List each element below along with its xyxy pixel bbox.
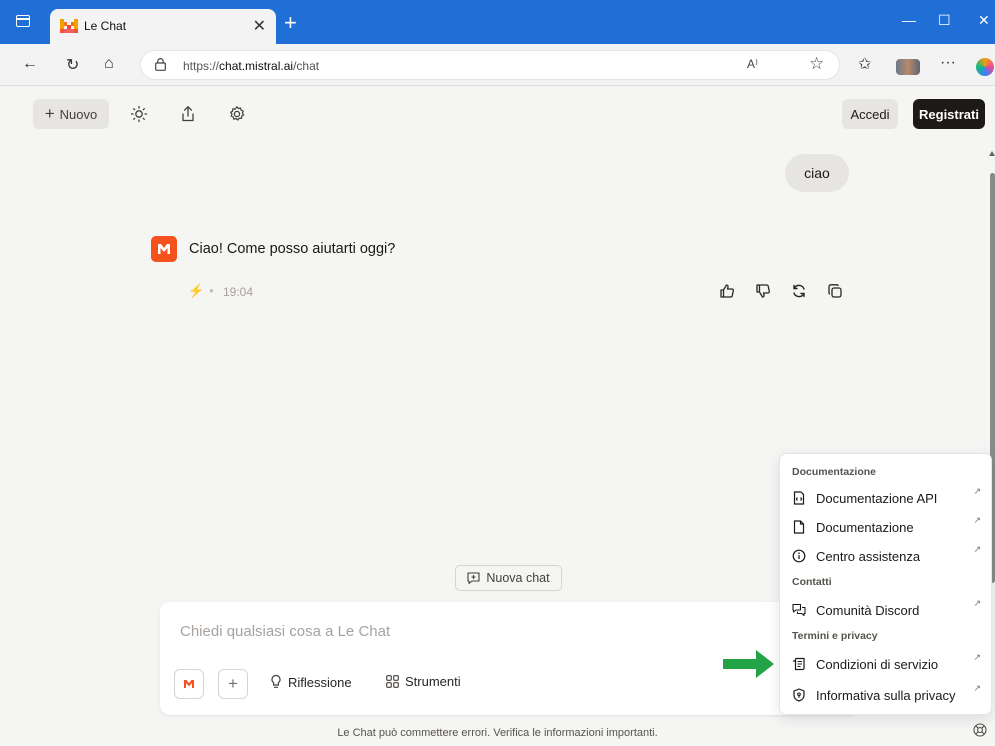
- tools-grid-icon: [386, 675, 399, 688]
- copy-icon[interactable]: [827, 283, 843, 299]
- reflection-label: Riflessione: [288, 674, 352, 690]
- url-field[interactable]: https://chat.mistral.ai/chat A⁾ ☆: [140, 50, 840, 80]
- login-button[interactable]: Accedi: [842, 99, 898, 129]
- maximize-button[interactable]: ☐: [938, 12, 951, 29]
- copilot-icon[interactable]: [976, 58, 994, 76]
- menu-item-label: Informativa sulla privacy: [816, 688, 956, 703]
- agent-selector-button[interactable]: [174, 669, 204, 699]
- menu-item-label: Documentazione API: [816, 491, 938, 506]
- menu-item-api-docs[interactable]: Documentazione API ↗: [780, 485, 993, 511]
- new-chat-icon: [467, 572, 480, 584]
- refresh-icon[interactable]: ↻: [66, 55, 79, 75]
- mistral-avatar-icon: [151, 236, 177, 262]
- code-doc-icon: [793, 491, 805, 505]
- settings-gear-icon[interactable]: [228, 105, 246, 123]
- help-lifebuoy-icon[interactable]: [973, 723, 987, 737]
- favorites-icon[interactable]: ✩: [858, 54, 871, 74]
- plus-icon: +: [44, 104, 55, 123]
- browser-tab[interactable]: Le Chat ✕: [50, 9, 276, 44]
- lightning-icon: ⚡: [188, 283, 205, 298]
- menu-section-title: Termini e privacy: [792, 630, 878, 642]
- read-aloud-icon[interactable]: A⁾: [747, 57, 758, 71]
- mistral-logo-icon: [184, 680, 194, 688]
- new-chat-label: Nuovo: [59, 106, 98, 122]
- tools-label: Strumenti: [405, 674, 461, 689]
- lock-icon[interactable]: [155, 58, 166, 71]
- disclaimer-text: Le Chat può commettere errori. Verifica …: [337, 727, 658, 739]
- external-link-icon: ↗: [973, 598, 981, 608]
- new-chat-pill[interactable]: Nuova chat: [455, 565, 562, 591]
- separator-dot: ●: [209, 286, 214, 295]
- register-button[interactable]: Registrati: [913, 99, 985, 129]
- external-link-icon: ↗: [973, 515, 981, 525]
- profile-avatar[interactable]: [896, 59, 920, 75]
- browser-address-bar: ← ↻ ⌂ https://chat.mistral.ai/chat A⁾ ☆ …: [0, 44, 995, 86]
- lightbulb-icon: [271, 674, 281, 688]
- shield-icon: [793, 688, 805, 702]
- annotation-arrow-icon: [723, 650, 774, 678]
- new-chat-pill-label: Nuova chat: [486, 571, 550, 585]
- menu-item-label: Condizioni di servizio: [816, 657, 939, 672]
- regenerate-icon[interactable]: [791, 283, 807, 299]
- menu-item-label: Documentazione: [816, 520, 914, 535]
- menu-item-discord[interactable]: Comunità Discord ↗: [780, 597, 993, 623]
- minimize-button[interactable]: —: [902, 12, 916, 28]
- menu-section-title: Documentazione: [792, 466, 877, 478]
- menu-section-title: Contatti: [792, 576, 832, 588]
- external-link-icon: ↗: [973, 486, 981, 496]
- scroll-up-arrow[interactable]: [989, 151, 995, 156]
- le-chat-app: + Nuovo Accedi Registrati ciao Ciao! Com…: [0, 87, 995, 746]
- attach-plus-button[interactable]: +: [218, 669, 248, 699]
- document-icon: [793, 520, 805, 534]
- help-menu: Documentazione Documentazione API ↗ Docu…: [779, 453, 992, 715]
- back-icon[interactable]: ←: [22, 55, 38, 73]
- tools-button[interactable]: Strumenti: [386, 674, 461, 689]
- close-window-button[interactable]: ✕: [978, 12, 990, 29]
- url-text: https://chat.mistral.ai/chat: [183, 59, 320, 73]
- external-link-icon: ↗: [973, 683, 981, 693]
- home-icon[interactable]: ⌂: [104, 55, 114, 73]
- menu-item-label: Centro assistenza: [816, 549, 921, 564]
- message-time: 19:04: [223, 285, 254, 299]
- user-message: ciao: [785, 154, 849, 192]
- thumbs-down-icon[interactable]: [755, 283, 771, 299]
- new-chat-button[interactable]: + Nuovo: [33, 99, 109, 129]
- mistral-favicon-icon: [60, 19, 78, 33]
- external-link-icon: ↗: [973, 544, 981, 554]
- theme-sun-icon[interactable]: [130, 105, 148, 123]
- external-link-icon: ↗: [973, 652, 981, 662]
- favorite-star-icon[interactable]: ☆: [809, 54, 824, 74]
- thumbs-up-icon[interactable]: [719, 283, 735, 299]
- menu-item-privacy[interactable]: Informativa sulla privacy ↗: [780, 682, 993, 708]
- assistant-message: Ciao! Come posso aiutarti oggi?: [189, 241, 396, 257]
- browser-tab-bar: Le Chat ✕ + — ☐ ✕: [0, 0, 995, 44]
- reflection-button[interactable]: Riflessione: [270, 674, 352, 690]
- chat-icon: [792, 603, 806, 617]
- more-options-icon[interactable]: ···: [940, 54, 956, 72]
- message-input[interactable]: Chiedi qualsiasi cosa a Le Chat: [180, 623, 390, 640]
- menu-item-help-center[interactable]: Centro assistenza ↗: [780, 543, 993, 569]
- share-icon[interactable]: [179, 105, 197, 123]
- menu-item-terms[interactable]: Condizioni di servizio ↗: [780, 651, 993, 677]
- new-tab-button[interactable]: +: [284, 10, 297, 36]
- tab-actions-icon[interactable]: [16, 15, 30, 27]
- menu-item-label: Comunità Discord: [816, 603, 920, 618]
- menu-item-docs[interactable]: Documentazione ↗: [780, 514, 993, 540]
- info-icon: [792, 549, 806, 563]
- scroll-icon: [793, 657, 805, 671]
- tab-title: Le Chat: [84, 19, 127, 33]
- tab-close-icon[interactable]: ✕: [253, 16, 266, 36]
